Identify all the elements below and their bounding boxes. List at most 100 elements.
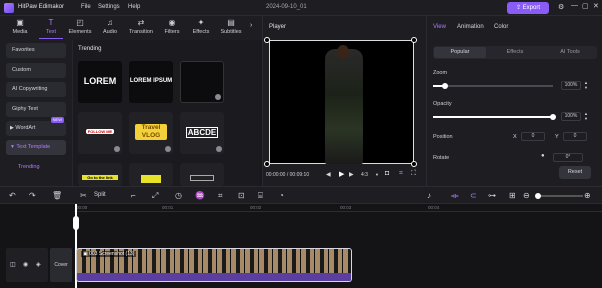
tab-animation[interactable]: Animation <box>457 24 484 30</box>
link-icon[interactable]: ⟚ <box>451 191 459 201</box>
fit-timeline-icon[interactable]: ⊞ <box>509 191 516 201</box>
template-thumb-5[interactable]: Travel VLOG <box>129 112 173 154</box>
tab-media[interactable]: ▣ Media <box>8 17 32 39</box>
reset-button[interactable]: Reset <box>559 166 591 179</box>
close-icon[interactable]: ✕ <box>593 2 599 10</box>
nav-favorites[interactable]: Favorites <box>6 43 66 58</box>
canvas-handle[interactable] <box>411 161 417 167</box>
clip-icon: ▣ <box>83 251 88 257</box>
template-thumb-2[interactable]: LOREM IPSUM <box>129 61 173 103</box>
template-thumb-9[interactable] <box>180 163 224 186</box>
tab-audio[interactable]: ♫ Audio <box>98 17 122 39</box>
audio-wave-icon[interactable]: ♒ <box>195 191 205 201</box>
tab-subtitles[interactable]: ▤ Subtitles <box>219 17 243 39</box>
resize-icon[interactable]: ⤢ <box>152 191 158 201</box>
zoom-slider-track[interactable] <box>433 83 553 89</box>
nav-text-template-label: Text Template <box>16 144 51 150</box>
download-icon[interactable] <box>215 94 221 100</box>
subtab-effects[interactable]: Effects <box>489 47 541 58</box>
video-clip[interactable]: ▣ 003 Screenshot (13) <box>76 248 352 282</box>
fit-icon[interactable]: ⌗ <box>399 170 403 178</box>
settings-icon[interactable]: ⚙ <box>558 3 564 11</box>
canvas-handle[interactable] <box>264 161 270 167</box>
template-thumb-3[interactable] <box>180 61 224 103</box>
x-input[interactable]: 0 <box>521 132 545 141</box>
chain-icon[interactable]: ⊶ <box>488 191 496 201</box>
preview-canvas[interactable] <box>269 40 414 164</box>
download-icon[interactable] <box>216 146 222 152</box>
timeline-zoom-knob[interactable] <box>535 193 541 199</box>
opacity-value[interactable]: 100% <box>561 112 581 121</box>
tab-filters[interactable]: ◉ Filters <box>160 17 184 39</box>
menu-help[interactable]: Help <box>128 4 140 10</box>
next-frame-icon[interactable]: ▶ <box>349 171 354 178</box>
minimize-icon[interactable]: — <box>571 2 578 9</box>
chevron-down-icon[interactable]: ▼ <box>375 172 379 177</box>
clip-label: ▣ 003 Screenshot (13) <box>81 251 137 257</box>
canvas-handle[interactable] <box>264 37 270 43</box>
canvas-handle[interactable] <box>411 37 417 43</box>
split-label[interactable]: Split <box>94 192 106 198</box>
crop-frame-icon[interactable]: ⌗ <box>218 191 223 201</box>
rotate-input[interactable]: 0° <box>553 153 583 162</box>
fullscreen-icon[interactable]: ⛶ <box>411 170 416 178</box>
playhead-handle[interactable] <box>73 216 79 230</box>
aspect-ratio-select[interactable]: 4:3 <box>361 172 368 178</box>
nav-giphy-text[interactable]: Giphy Text <box>6 102 66 117</box>
tab-text[interactable]: T Text <box>39 17 63 39</box>
download-icon[interactable] <box>165 146 171 152</box>
play-icon[interactable]: ▶ <box>339 170 344 178</box>
template-thumb-1[interactable]: LOREM <box>78 61 122 103</box>
tab-view[interactable]: View <box>433 24 446 30</box>
nav-trending[interactable]: Trending <box>6 160 66 175</box>
stepper-icon[interactable]: ▲ ▼ <box>584 80 588 90</box>
magnet-icon[interactable]: ⊂ <box>470 191 477 201</box>
rotate-dial-icon[interactable]: ● <box>541 153 545 159</box>
export-button[interactable]: ⇪ Export <box>507 2 549 14</box>
template-thumb-8[interactable] <box>129 163 173 186</box>
timeline-zoom-slider[interactable] <box>535 193 583 199</box>
tab-color[interactable]: Color <box>494 24 508 30</box>
track-visibility-icon[interactable]: ◫ <box>10 261 16 268</box>
download-icon[interactable] <box>114 146 120 152</box>
undo-icon[interactable]: ↶ <box>9 191 16 201</box>
subtab-ai-tools[interactable]: AI Tools <box>544 47 596 58</box>
y-input[interactable]: 0 <box>563 132 587 141</box>
nav-wordart[interactable]: ▶ WordArt NEW <box>6 117 66 136</box>
freeze-icon[interactable]: ◷ <box>175 191 182 201</box>
subtab-popular[interactable]: Popular <box>434 47 486 58</box>
delete-icon[interactable]: 🗑 <box>52 191 62 201</box>
crop-icon[interactable]: ⌐ <box>131 191 136 201</box>
redo-icon[interactable]: ↷ <box>29 191 36 201</box>
snapshot-icon[interactable]: ◘ <box>385 170 389 177</box>
prev-frame-icon[interactable]: ◀ <box>326 171 331 178</box>
template-thumb-6[interactable]: ABCDE <box>180 112 224 154</box>
nav-text-template[interactable]: ▼ Text Template <box>6 140 66 155</box>
face-icon[interactable]: ⌸ <box>258 191 263 201</box>
zoom-in-icon[interactable]: ⊕ <box>584 191 591 201</box>
template-thumb-7[interactable]: Go to the link <box>78 163 122 186</box>
split-icon[interactable]: ✂ <box>80 191 87 201</box>
zoom-out-icon[interactable]: ⊖ <box>523 191 530 201</box>
opacity-slider-knob[interactable] <box>550 114 556 120</box>
tab-effects[interactable]: ✦ Effects <box>189 17 213 39</box>
tab-elements[interactable]: ◰ Elements <box>68 17 92 39</box>
opacity-slider-track[interactable] <box>433 114 556 120</box>
tab-transition[interactable]: ⇄ Transition <box>129 17 153 39</box>
zoom-slider-knob[interactable] <box>442 83 448 89</box>
cover-button[interactable]: Cover <box>50 248 72 282</box>
nav-ai-copywriting[interactable]: AI Copywriting <box>6 82 66 97</box>
microphone-icon[interactable]: ♪ <box>427 191 431 201</box>
track-mute-icon[interactable]: ◈ <box>36 261 41 268</box>
stepper-icon[interactable]: ▲ ▼ <box>584 111 588 121</box>
menu-file[interactable]: File <box>81 4 91 10</box>
maximize-icon[interactable]: ▢ <box>582 2 589 10</box>
more-tabs-icon[interactable]: › <box>250 22 252 29</box>
zoom-value[interactable]: 100% <box>561 81 581 90</box>
track-lock-icon[interactable]: ◉ <box>23 261 28 268</box>
nav-custom[interactable]: Custom <box>6 63 66 78</box>
template-thumb-4[interactable]: FOLLOW ME <box>78 112 122 154</box>
ai-icon[interactable]: ⊡ <box>238 191 245 201</box>
menu-settings[interactable]: Settings <box>98 4 120 10</box>
timer-icon[interactable]: ◔ <box>279 191 284 201</box>
